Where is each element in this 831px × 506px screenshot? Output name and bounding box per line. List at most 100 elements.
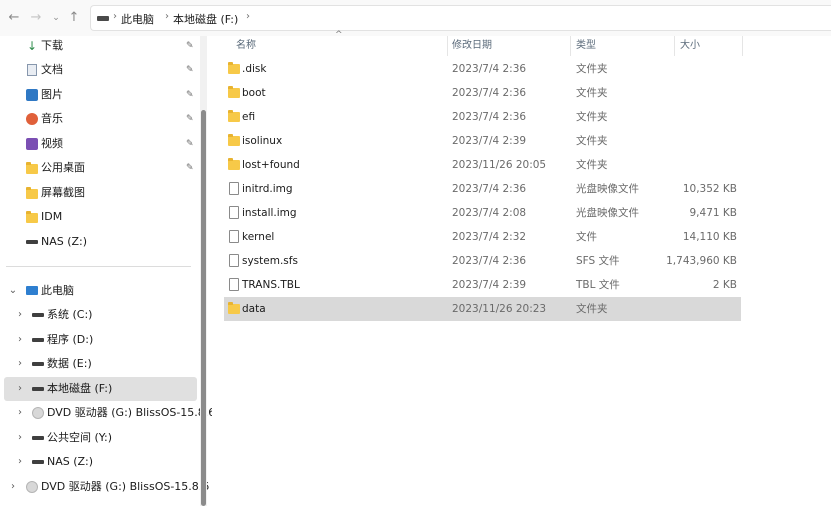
sidebar-item-downloads[interactable]: ↓ 下载 ✎: [0, 34, 200, 58]
file-row[interactable]: .disk 2023/7/4 2:36 文件夹: [224, 57, 741, 81]
sidebar-item-label: 程序 (D:): [47, 333, 94, 346]
address-toolbar: ← → ⌄ ↑ › 此电脑 › 本地磁盘 (F:) ›: [0, 0, 831, 36]
sidebar-scrollbar[interactable]: [200, 36, 207, 506]
file-name: boot: [242, 87, 266, 99]
file-row[interactable]: TRANS.TBL 2023/7/4 2:39 TBL 文件 2 KB: [224, 273, 741, 297]
chevron-down-icon[interactable]: ⌄: [8, 279, 18, 303]
file-row-selected[interactable]: data 2023/11/26 20:23 文件夹: [224, 297, 741, 321]
chevron-right-icon[interactable]: ›: [15, 328, 25, 352]
address-bar[interactable]: › 此电脑 › 本地磁盘 (F:) ›: [90, 5, 831, 31]
file-name: lost+found: [242, 159, 300, 171]
file-type: 文件夹: [576, 135, 608, 147]
file-type: 文件: [576, 231, 597, 243]
file-row[interactable]: kernel 2023/7/4 2:32 文件 14,110 KB: [224, 225, 741, 249]
sidebar-item-label: 视频: [41, 137, 63, 150]
file-name: kernel: [242, 231, 275, 243]
up-arrow-icon[interactable]: ↑: [64, 8, 84, 28]
breadcrumb-drive-f[interactable]: 本地磁盘 (F:): [173, 11, 238, 27]
sidebar-item-drive-d[interactable]: › 程序 (D:): [0, 328, 200, 352]
column-divider[interactable]: [742, 36, 743, 56]
sidebar-item-pictures[interactable]: 图片 ✎: [0, 83, 200, 107]
file-name: data: [242, 303, 266, 315]
sidebar-item-drive-e[interactable]: › 数据 (E:): [0, 352, 200, 376]
column-header-date[interactable]: 修改日期: [452, 38, 492, 54]
chevron-right-icon[interactable]: ›: [15, 377, 25, 401]
column-divider[interactable]: [674, 36, 675, 56]
back-arrow-icon[interactable]: ←: [4, 8, 24, 28]
file-date: 2023/7/4 2:08: [452, 207, 527, 219]
recent-locations-chevron-icon[interactable]: ⌄: [46, 8, 66, 28]
sidebar-item-dvd-root[interactable]: › DVD 驱动器 (G:) BlissOS-15.8.6 (: [0, 475, 217, 499]
file-name: efi: [242, 111, 256, 123]
file-size: 10,352 KB: [682, 183, 737, 195]
drive-icon: [32, 313, 44, 317]
breadcrumb-separator[interactable]: ›: [246, 11, 250, 22]
sidebar-item-idm[interactable]: IDM: [0, 205, 200, 229]
network-drive-icon: [32, 436, 44, 440]
breadcrumb-separator[interactable]: ›: [165, 11, 169, 22]
file-row[interactable]: lost+found 2023/11/26 20:05 文件夹: [224, 153, 741, 177]
sidebar-item-drive-c[interactable]: › 系统 (C:): [0, 303, 200, 327]
sidebar-item-videos[interactable]: 视频 ✎: [0, 132, 200, 156]
forward-arrow-icon[interactable]: →: [26, 8, 46, 28]
sidebar-item-label: NAS (Z:): [41, 235, 88, 248]
sidebar-item-dvd-g[interactable]: › DVD 驱动器 (G:) BlissOS-15.8.6 (: [0, 401, 223, 425]
file-icon: [229, 182, 239, 195]
folder-icon: [228, 302, 240, 314]
sidebar-item-nas[interactable]: NAS (Z:): [0, 230, 200, 254]
sidebar-item-drive-z[interactable]: › NAS (Z:): [0, 450, 200, 474]
file-date: 2023/7/4 2:36: [452, 255, 527, 267]
sidebar-item-screenshots[interactable]: 屏幕截图: [0, 181, 200, 205]
column-divider[interactable]: [570, 36, 571, 56]
column-header-size[interactable]: 大小: [680, 38, 700, 54]
sidebar-scrollbar-thumb[interactable]: [201, 110, 206, 506]
chevron-right-icon[interactable]: ›: [15, 303, 25, 327]
pin-icon[interactable]: ✎: [186, 83, 194, 107]
file-icon: [229, 278, 239, 291]
sidebar-item-documents[interactable]: 文档 ✎: [0, 58, 200, 82]
file-row[interactable]: boot 2023/7/4 2:36 文件夹: [224, 81, 741, 105]
breadcrumb-separator[interactable]: ›: [113, 11, 117, 22]
file-name: TRANS.TBL: [242, 279, 300, 291]
sidebar-item-drive-y[interactable]: › 公共空间 (Y:): [0, 426, 200, 450]
sidebar-item-music[interactable]: 音乐 ✎: [0, 107, 200, 131]
computer-icon: [26, 286, 38, 295]
file-date: 2023/7/4 2:39: [452, 135, 527, 147]
column-divider[interactable]: [447, 36, 448, 56]
file-name: isolinux: [242, 135, 283, 147]
column-header-name[interactable]: 名称: [236, 38, 256, 54]
folder-icon: [228, 158, 240, 170]
sidebar-item-public-desktop[interactable]: 公用桌面 ✎: [0, 156, 200, 180]
sidebar-item-drive-f[interactable]: › 本地磁盘 (F:): [0, 377, 200, 401]
chevron-right-icon[interactable]: ›: [8, 475, 18, 499]
file-type: TBL 文件: [576, 279, 620, 291]
column-header-type[interactable]: 类型: [576, 38, 596, 54]
pin-icon[interactable]: ✎: [186, 107, 194, 131]
file-row[interactable]: efi 2023/7/4 2:36 文件夹: [224, 105, 741, 129]
sidebar-item-label: 公用桌面: [41, 161, 85, 174]
folder-icon: [228, 62, 240, 74]
file-row[interactable]: install.img 2023/7/4 2:08 光盘映像文件 9,471 K…: [224, 201, 741, 225]
file-row[interactable]: system.sfs 2023/7/4 2:36 SFS 文件 1,743,96…: [224, 249, 741, 273]
sidebar-item-this-pc[interactable]: ⌄ 此电脑: [0, 279, 200, 303]
network-drive-icon: [26, 240, 38, 244]
file-row[interactable]: isolinux 2023/7/4 2:39 文件夹: [224, 129, 741, 153]
file-size: 9,471 KB: [689, 207, 738, 219]
file-date: 2023/11/26 20:23: [452, 303, 547, 315]
pin-icon[interactable]: ✎: [186, 58, 194, 82]
sidebar-item-label: DVD 驱动器 (G:) BlissOS-15.8.6 (: [41, 480, 218, 493]
breadcrumb-this-pc[interactable]: 此电脑: [121, 11, 154, 27]
sidebar-item-label: 数据 (E:): [47, 357, 92, 370]
pin-icon[interactable]: ✎: [186, 132, 194, 156]
pin-icon[interactable]: ✎: [186, 156, 194, 180]
dvd-icon: [26, 481, 38, 493]
file-row[interactable]: initrd.img 2023/7/4 2:36 光盘映像文件 10,352 K…: [224, 177, 741, 201]
document-icon: [27, 64, 37, 76]
chevron-right-icon[interactable]: ›: [15, 450, 25, 474]
chevron-right-icon[interactable]: ›: [15, 401, 25, 425]
file-type: 文件夹: [576, 111, 608, 123]
chevron-right-icon[interactable]: ›: [15, 352, 25, 376]
pin-icon[interactable]: ✎: [186, 34, 194, 58]
file-size: 2 KB: [712, 279, 737, 291]
chevron-right-icon[interactable]: ›: [15, 426, 25, 450]
